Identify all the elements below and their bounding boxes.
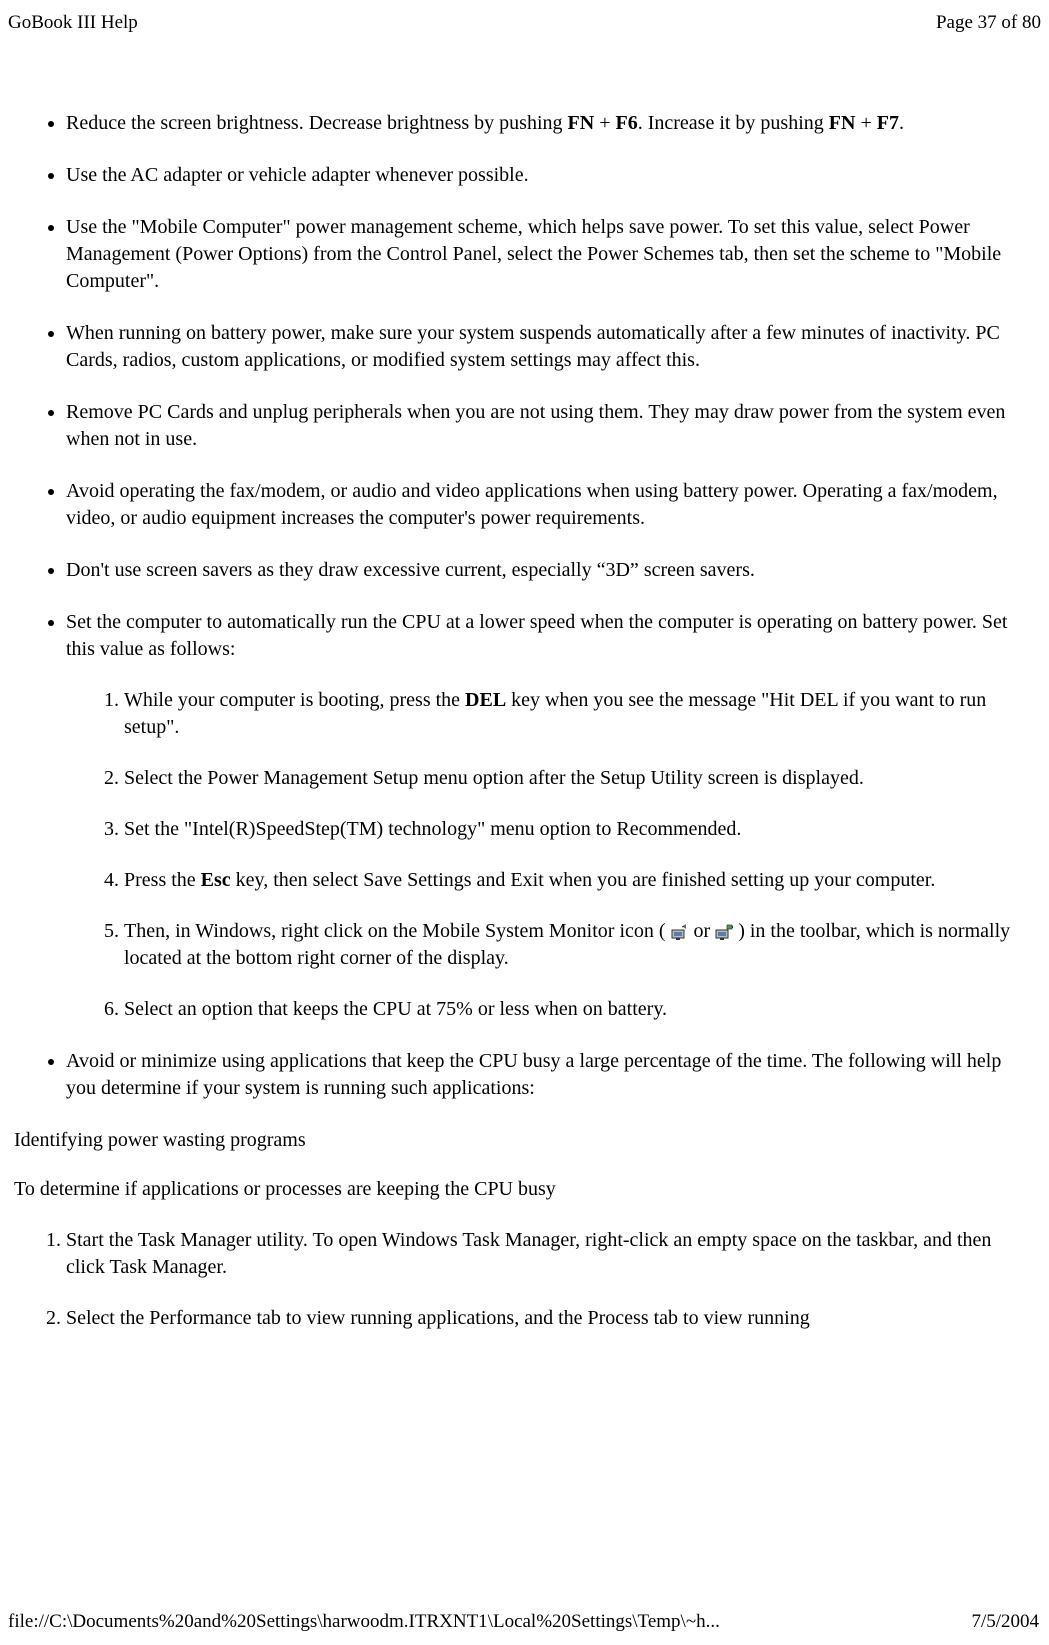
subsection-heading: Identifying power wasting programs xyxy=(12,1127,1037,1154)
text-fragment: Press the xyxy=(124,869,201,891)
list-item-text: Select the Performance tab to view runni… xyxy=(66,1307,810,1329)
doc-title: GoBook III Help xyxy=(8,10,138,36)
list-item-text: Avoid or minimize using applications tha… xyxy=(66,1050,1001,1099)
list-item-text: Select the Power Management Setup menu o… xyxy=(124,767,864,789)
subsection-intro: To determine if applications or processe… xyxy=(12,1176,1037,1203)
task-manager-steps: Start the Task Manager utility. To open … xyxy=(12,1227,1037,1332)
key-label: DEL xyxy=(465,689,506,711)
footer-path: file://C:\Documents%20and%20Settings\har… xyxy=(8,1609,720,1635)
footer-date: 7/5/2004 xyxy=(971,1609,1039,1635)
monitor-plugged-icon xyxy=(671,923,689,941)
list-item: Start the Task Manager utility. To open … xyxy=(66,1227,1037,1281)
list-item: Avoid operating the fax/modem, or audio … xyxy=(66,478,1037,532)
list-item-text: Set the "Intel(R)SpeedStep(TM) technolog… xyxy=(124,818,741,840)
document-body: Reduce the screen brightness. Decrease b… xyxy=(0,110,1049,1332)
list-item: Select the Performance tab to view runni… xyxy=(66,1305,1037,1332)
page-indicator: Page 37 of 80 xyxy=(936,10,1041,36)
list-item: Remove PC Cards and unplug peripherals w… xyxy=(66,399,1037,453)
list-item: Use the "Mobile Computer" power manageme… xyxy=(66,214,1037,295)
list-item: Press the Esc key, then select Save Sett… xyxy=(124,867,1029,894)
list-item-text: Select an option that keeps the CPU at 7… xyxy=(124,998,667,1020)
list-item: Reduce the screen brightness. Decrease b… xyxy=(66,110,1037,137)
list-item-text: Start the Task Manager utility. To open … xyxy=(66,1229,991,1278)
text-fragment: . xyxy=(899,112,904,134)
text-fragment: + xyxy=(594,112,615,134)
page-footer: file://C:\Documents%20and%20Settings\har… xyxy=(0,1609,1049,1635)
list-item-text: Then, in Windows, right click on the Mob… xyxy=(124,920,1010,969)
key-label: F6 xyxy=(615,112,637,134)
setup-steps-list: While your computer is booting, press th… xyxy=(66,687,1029,1023)
list-item: Select the Power Management Setup menu o… xyxy=(124,765,1029,792)
list-item: Set the computer to automatically run th… xyxy=(66,609,1037,1023)
list-item: Use the AC adapter or vehicle adapter wh… xyxy=(66,162,1037,189)
monitor-battery-icon xyxy=(715,923,733,941)
list-item-text: Use the AC adapter or vehicle adapter wh… xyxy=(66,164,529,186)
list-item-text: While your computer is booting, press th… xyxy=(124,689,986,738)
text-fragment: Then, in Windows, right click on the Mob… xyxy=(124,920,671,942)
list-item-text: Use the "Mobile Computer" power manageme… xyxy=(66,216,1001,292)
list-item-text: Remove PC Cards and unplug peripherals w… xyxy=(66,401,1005,450)
list-item-text: Press the Esc key, then select Save Sett… xyxy=(124,869,935,891)
text-fragment: key, then select Save Settings and Exit … xyxy=(231,869,936,891)
text-fragment: Reduce the screen brightness. Decrease b… xyxy=(66,112,568,134)
tips-list: Reduce the screen brightness. Decrease b… xyxy=(12,110,1037,1102)
text-fragment: + xyxy=(855,112,876,134)
page-header: GoBook III Help Page 37 of 80 xyxy=(0,0,1049,42)
key-label: FN xyxy=(568,112,595,134)
key-label: F7 xyxy=(877,112,899,134)
list-item: When running on battery power, make sure… xyxy=(66,320,1037,374)
list-item: Avoid or minimize using applications tha… xyxy=(66,1048,1037,1102)
text-fragment: or xyxy=(689,920,716,942)
list-item: Select an option that keeps the CPU at 7… xyxy=(124,996,1029,1023)
list-item: Then, in Windows, right click on the Mob… xyxy=(124,918,1029,972)
text-fragment: While your computer is booting, press th… xyxy=(124,689,465,711)
list-item: Set the "Intel(R)SpeedStep(TM) technolog… xyxy=(124,816,1029,843)
list-item-text: When running on battery power, make sure… xyxy=(66,322,1000,371)
list-item-text: Reduce the screen brightness. Decrease b… xyxy=(66,112,904,134)
key-label: FN xyxy=(829,112,856,134)
key-label: Esc xyxy=(201,869,231,891)
text-fragment: . Increase it by pushing xyxy=(638,112,829,134)
list-item-text: Avoid operating the fax/modem, or audio … xyxy=(66,480,998,529)
list-item-text: Don't use screen savers as they draw exc… xyxy=(66,559,755,581)
list-item: Don't use screen savers as they draw exc… xyxy=(66,557,1037,584)
list-item-text: Set the computer to automatically run th… xyxy=(66,611,1007,660)
list-item: While your computer is booting, press th… xyxy=(124,687,1029,741)
